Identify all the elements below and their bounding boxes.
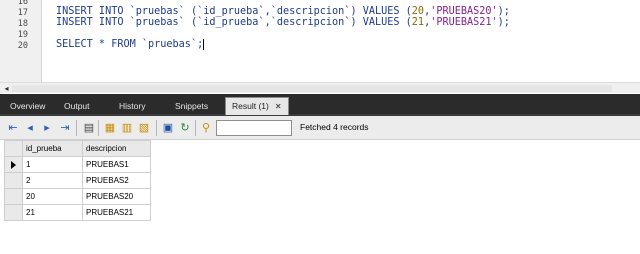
table-row[interactable]: 2 PRUEBAS2: [4, 172, 151, 189]
code-token: );: [497, 17, 510, 28]
tab-history[interactable]: History: [119, 98, 145, 114]
line-number: 16: [17, 0, 28, 7]
tab-result[interactable]: Result (1) ✕: [225, 97, 289, 115]
first-record-icon[interactable]: ⇤: [6, 121, 20, 135]
scroll-left-arrow-icon[interactable]: ◂: [2, 84, 11, 93]
column-header-id-prueba[interactable]: id_prueba: [22, 140, 83, 157]
previous-record-icon[interactable]: ◂: [23, 121, 37, 135]
close-icon[interactable]: ✕: [275, 99, 282, 115]
row-marker: [4, 204, 23, 221]
code-line[interactable]: INSERT INTO `pruebas` (`id_prueba`,`desc…: [56, 6, 510, 17]
search-icon[interactable]: ⚲: [199, 121, 213, 135]
code-line[interactable]: SELECT * FROM `pruebas`;: [56, 39, 205, 50]
toolbar-separator: [156, 120, 157, 136]
tab-overview[interactable]: Overview: [10, 98, 45, 114]
row-marker: [4, 172, 23, 189]
refresh-icon[interactable]: ↻: [178, 121, 192, 135]
cell-descripcion[interactable]: PRUEBAS21: [82, 204, 151, 221]
code-token: `pruebas`: [141, 39, 198, 50]
save-icon[interactable]: ▣: [161, 121, 175, 135]
column-view-icon[interactable]: ▧: [137, 121, 151, 135]
cell-descripcion[interactable]: PRUEBAS2: [82, 172, 151, 189]
last-record-icon[interactable]: ⇥: [58, 121, 72, 135]
code-token: INSERT INTO: [56, 17, 130, 28]
search-input[interactable]: [216, 120, 292, 136]
sql-editor[interactable]: 16 17 18 19 20 INSERT INTO `pruebas` (`i…: [0, 0, 640, 82]
line-number: 20: [17, 41, 28, 51]
line-number: 19: [17, 30, 28, 40]
cell-id-prueba[interactable]: 1: [22, 156, 83, 173]
cell-descripcion[interactable]: PRUEBAS1: [82, 156, 151, 173]
cell-descripcion[interactable]: PRUEBAS20: [82, 188, 151, 205]
line-number: 18: [17, 19, 28, 29]
current-row-marker-icon: [4, 156, 23, 173]
table-row[interactable]: 20 PRUEBAS20: [4, 188, 151, 205]
tab-result-label: Result (1): [232, 101, 269, 111]
tab-output[interactable]: Output: [64, 98, 90, 114]
code-token: ) VALUES (: [350, 6, 412, 17]
cell-id-prueba[interactable]: 20: [22, 188, 83, 205]
scrollbar-thumb[interactable]: [12, 85, 612, 92]
code-token: `id_prueba`: [197, 17, 265, 28]
code-token: `id_prueba`: [197, 6, 265, 17]
code-token: INSERT INTO: [56, 6, 130, 17]
toolbar-separator: [98, 120, 99, 136]
cell-id-prueba[interactable]: 2: [22, 172, 83, 189]
form-view-icon[interactable]: ▥: [120, 121, 134, 135]
result-grid: id_prueba descripcion 1 PRUEBAS1 2 PRUEB…: [4, 140, 151, 221]
result-grid-area: id_prueba descripcion 1 PRUEBAS1 2 PRUEB…: [0, 140, 640, 254]
text-caret: [203, 39, 205, 50]
toolbar-separator: [76, 120, 77, 136]
next-record-icon[interactable]: ▸: [40, 121, 54, 135]
code-token: `pruebas`: [129, 6, 185, 17]
result-toolbar: ⇤ ◂ ▸ ⇥ ▤ ▦ ▥ ▧ ▣ ↻ ⚲ Fetched 4 records: [0, 116, 640, 140]
code-token: );: [497, 6, 510, 17]
editor-horizontal-scrollbar[interactable]: ◂: [0, 82, 640, 93]
code-token: ) VALUES (: [350, 17, 412, 28]
code-token: 'PRUEBAS20': [430, 6, 498, 17]
bottom-panel-tabs: Overview Output History Snippets Result …: [0, 94, 640, 116]
code-token: 20: [411, 6, 425, 17]
line-number-gutter: 16 17 18 19 20: [0, 0, 42, 82]
tab-snippets[interactable]: Snippets: [175, 98, 208, 114]
code-token: `pruebas`: [129, 17, 185, 28]
table-row[interactable]: 21 PRUEBAS21: [4, 204, 151, 221]
line-number: 17: [17, 8, 28, 18]
code-token: (: [184, 17, 198, 28]
table-row[interactable]: 1 PRUEBAS1: [4, 156, 151, 173]
text-view-icon[interactable]: ▤: [82, 121, 96, 135]
row-marker-header: [4, 140, 23, 157]
cell-id-prueba[interactable]: 21: [22, 204, 83, 221]
code-token: `descripcion`: [270, 6, 351, 17]
column-header-descripcion[interactable]: descripcion: [82, 140, 151, 157]
code-token: `descripcion`: [270, 17, 351, 28]
code-token: 21: [411, 17, 425, 28]
code-token: SELECT * FROM: [56, 39, 142, 50]
code-token: 'PRUEBAS21': [430, 17, 498, 28]
code-token: (: [184, 6, 198, 17]
row-marker: [4, 188, 23, 205]
toolbar-separator: [195, 120, 196, 136]
code-line[interactable]: INSERT INTO `pruebas` (`id_prueba`,`desc…: [56, 17, 510, 28]
grid-view-icon[interactable]: ▦: [103, 121, 117, 135]
status-text: Fetched 4 records: [300, 122, 369, 132]
